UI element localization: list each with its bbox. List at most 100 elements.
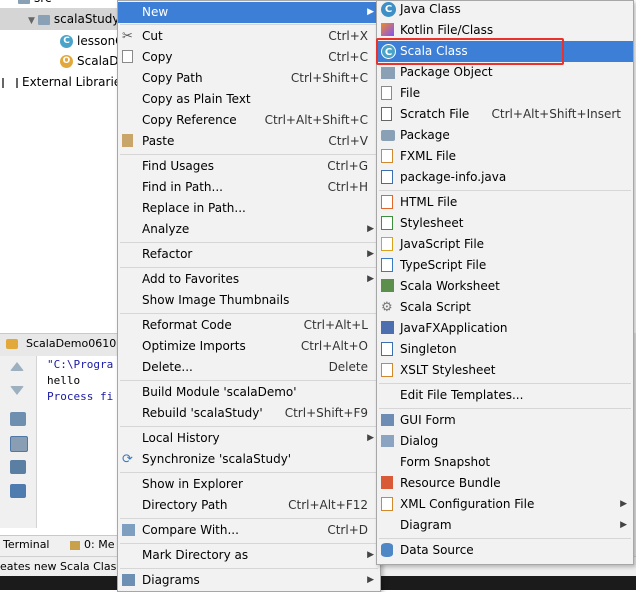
menu-item-add-to-favorites[interactable]: Add to Favorites ▶ [118, 269, 380, 290]
menu-separator [379, 408, 631, 409]
tree-item-lesson[interactable]: ClessonO [60, 31, 125, 51]
menu-item-directory-path[interactable]: Directory Path Ctrl+Alt+F12 [118, 495, 380, 516]
menu-item-mark-directory-as[interactable]: Mark Directory as ▶ [118, 545, 380, 566]
submenu-item-stylesheet[interactable]: Stylesheet [377, 213, 633, 234]
menu-item-copy-reference[interactable]: Copy Reference Ctrl+Alt+Shift+C [118, 110, 380, 131]
menu-item-synchronize[interactable]: ⟳ Synchronize 'scalaStudy' [118, 449, 380, 470]
submenu-arrow-icon: ▶ [367, 7, 374, 17]
kotlin-icon [381, 23, 394, 36]
menu-item-paste[interactable]: Paste Ctrl+V [118, 131, 380, 152]
database-icon [381, 543, 393, 557]
submenu-item-form-snapshot[interactable]: Form Snapshot [377, 452, 633, 473]
tree-item-src[interactable]: src [18, 0, 52, 8]
menu-item-new[interactable]: New ▶ [118, 2, 380, 23]
scala-script-icon: ⚙ [381, 300, 393, 315]
menu-item-replace-in-path[interactable]: Replace in Path... [118, 198, 380, 219]
wrap-icon[interactable] [10, 412, 26, 426]
submenu-item-file[interactable]: File [377, 83, 633, 104]
menu-item-find-usages[interactable]: Find Usages Ctrl+G [118, 156, 380, 177]
submenu-item-resource-bundle[interactable]: Resource Bundle [377, 473, 633, 494]
submenu-item-xslt-stylesheet[interactable]: XSLT Stylesheet [377, 360, 633, 381]
menu-item-rebuild[interactable]: Rebuild 'scalaStudy' Ctrl+Shift+F9 [118, 403, 380, 424]
scala-class-icon: C [60, 35, 73, 48]
menu-item-refactor[interactable]: Refactor ▶ [118, 244, 380, 265]
package-folder-icon [37, 14, 50, 25]
menu-item-diagrams[interactable]: Diagrams ▶ [118, 570, 380, 591]
console-line: "C:\Progra [47, 358, 114, 371]
menu-item-build-module[interactable]: Build Module 'scalaDemo' [118, 382, 380, 403]
submenu-item-singleton[interactable]: Singleton [377, 339, 633, 360]
trash-icon[interactable] [10, 484, 26, 498]
menu-separator [120, 313, 378, 314]
xml-icon [381, 497, 393, 511]
submenu-item-package-object[interactable]: Package Object [377, 62, 633, 83]
menu-item-optimize-imports[interactable]: Optimize Imports Ctrl+Alt+O [118, 336, 380, 357]
menu-item-find-in-path[interactable]: Find in Path... Ctrl+H [118, 177, 380, 198]
dialog-icon [381, 435, 394, 447]
submenu-arrow-icon: ▶ [367, 274, 374, 284]
console-output: "C:\Progra hello Process fi [37, 356, 118, 528]
menu-item-reformat-code[interactable]: Reformat Code Ctrl+Alt+L [118, 315, 380, 336]
submenu-arrow-icon: ▶ [620, 520, 627, 530]
submenu-item-fxml-file[interactable]: FXML File [377, 146, 633, 167]
run-tab-label[interactable]: ScalaDemo0610 [26, 337, 116, 350]
submenu-item-scratch-file[interactable]: Scratch File Ctrl+Alt+Shift+Insert [377, 104, 633, 125]
menu-item-copy[interactable]: Copy Ctrl+C [118, 47, 380, 68]
menu-separator [120, 24, 378, 25]
menu-separator [120, 380, 378, 381]
menu-separator [379, 383, 631, 384]
scratch-file-icon [381, 107, 392, 121]
menu-separator [120, 242, 378, 243]
submenu-item-edit-file-templates[interactable]: Edit File Templates... [377, 385, 633, 406]
submenu-item-package[interactable]: Package [377, 125, 633, 146]
submenu-item-xml-configuration-file[interactable]: XML Configuration File ▶ [377, 494, 633, 515]
submenu-item-javafx-application[interactable]: JavaFXApplication [377, 318, 633, 339]
submenu-item-scala-worksheet[interactable]: Scala Worksheet [377, 276, 633, 297]
singleton-icon [381, 342, 393, 356]
menu-item-cut[interactable]: ✂ Cut Ctrl+X [118, 26, 380, 47]
terminal-tab[interactable]: Terminal [3, 538, 50, 551]
tree-item-external-libraries[interactable]: External Libraries [2, 72, 127, 92]
submenu-item-typescript-file[interactable]: TypeScript File [377, 255, 633, 276]
submenu-item-scala-script[interactable]: ⚙ Scala Script [377, 297, 633, 318]
submenu-item-html-file[interactable]: HTML File [377, 192, 633, 213]
submenu-item-package-info[interactable]: package-info.java [377, 167, 633, 188]
submenu-arrow-icon: ▶ [367, 433, 374, 443]
submenu-item-diagram[interactable]: Diagram ▶ [377, 515, 633, 536]
submenu-item-dialog[interactable]: Dialog [377, 431, 633, 452]
down-arrow-icon[interactable] [10, 386, 24, 395]
up-arrow-icon[interactable] [10, 362, 24, 371]
console-line: hello [47, 374, 81, 387]
menu-separator [120, 568, 378, 569]
expand-arrow-icon: ▼ [28, 16, 35, 26]
fxml-file-icon [381, 149, 393, 163]
menu-item-show-in-explorer[interactable]: Show in Explorer [118, 474, 380, 495]
submenu-item-javascript-file[interactable]: JavaScript File [377, 234, 633, 255]
menu-item-copy-plain-text[interactable]: Copy as Plain Text [118, 89, 380, 110]
js-file-icon [381, 237, 393, 251]
menu-item-analyze[interactable]: Analyze ▶ [118, 219, 380, 240]
submenu-item-gui-form[interactable]: GUI Form [377, 410, 633, 431]
submenu-item-java-class[interactable]: C Java Class [377, 0, 633, 20]
menu-separator [120, 154, 378, 155]
java-file-icon [381, 170, 393, 184]
menu-item-copy-path[interactable]: Copy Path Ctrl+Shift+C [118, 68, 380, 89]
tree-item-scalademo[interactable]: O ScalaD [60, 51, 119, 71]
submenu-arrow-icon: ▶ [367, 249, 374, 259]
tree-item-scalastudy[interactable]: ▼ scalaStudy [28, 9, 119, 29]
paste-icon [122, 134, 133, 147]
menu-item-delete[interactable]: Delete... Delete [118, 357, 380, 378]
context-menu: New ▶ ✂ Cut Ctrl+X Copy Ctrl+C Copy Path Ctrl… [117, 0, 381, 592]
menu-item-local-history[interactable]: Local History ▶ [118, 428, 380, 449]
sync-icon: ⟳ [122, 452, 133, 467]
messages-tab[interactable]: 0: Me [84, 538, 114, 551]
scroll-to-end-icon[interactable] [10, 436, 28, 452]
scissors-icon: ✂ [122, 29, 133, 44]
run-panel-header: ScalaDemo0610 [0, 333, 118, 357]
submenu-item-data-source[interactable]: Data Source [377, 540, 633, 561]
menu-item-show-image-thumbnails[interactable]: Show Image Thumbnails [118, 290, 380, 311]
compare-icon [122, 524, 135, 536]
print-icon[interactable] [10, 460, 26, 474]
run-config-icon [6, 339, 18, 349]
menu-item-compare-with[interactable]: Compare With... Ctrl+D [118, 520, 380, 541]
